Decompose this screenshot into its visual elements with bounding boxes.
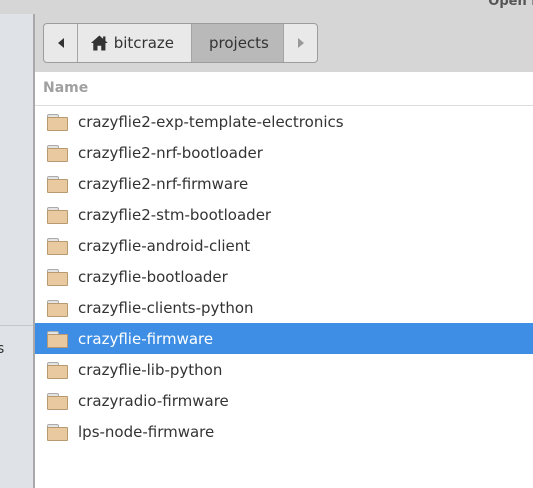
folder-icon [47, 144, 68, 162]
window-title: Open Fol [488, 0, 533, 9]
folder-name: crazyflie-bootloader [78, 267, 228, 286]
crumb-label: projects [209, 34, 269, 52]
folder-icon [47, 299, 68, 317]
folder-name: crazyflie-firmware [78, 329, 214, 348]
folder-name: crazyflie2-nrf-firmware [78, 174, 249, 193]
path-bar: bitcraze projects [43, 23, 318, 63]
crumb-projects[interactable]: projects [192, 24, 284, 62]
folder-name: crazyflie2-nrf-bootloader [78, 143, 263, 162]
right-arrow-icon [297, 38, 304, 48]
folder-row[interactable]: crazyflie-android-client [35, 230, 533, 261]
path-forward-button[interactable] [284, 24, 317, 62]
folder-name: lps-node-firmware [78, 422, 215, 441]
folder-icon [47, 423, 68, 441]
folder-row[interactable]: crazyflie-lib-python [35, 354, 533, 385]
sidebar-item[interactable]: s [0, 341, 4, 357]
folder-icon [47, 175, 68, 193]
folder-name: crazyflie2-exp-template-electronics [78, 112, 344, 131]
folder-icon [47, 113, 68, 131]
folder-icon [47, 392, 68, 410]
file-list: Name crazyflie2-exp-template-electronics… [35, 72, 533, 488]
folder-row[interactable]: crazyflie-bootloader [35, 261, 533, 292]
sidebar-divider [0, 325, 33, 326]
folder-row[interactable]: crazyflie2-stm-bootloader [35, 199, 533, 230]
column-header-name[interactable]: Name [35, 72, 533, 106]
folder-name: crazyradio-firmware [78, 391, 229, 410]
crumb-bitcraze[interactable]: bitcraze [78, 24, 192, 62]
folder-row[interactable]: lps-node-firmware [35, 416, 533, 447]
folder-icon [47, 330, 68, 348]
folder-row[interactable]: crazyflie-clients-python [35, 292, 533, 323]
folder-row[interactable]: crazyflie2-nrf-firmware [35, 168, 533, 199]
folder-row[interactable]: crazyflie-firmware [35, 323, 533, 354]
folder-row[interactable]: crazyflie2-nrf-bootloader [35, 137, 533, 168]
folder-name: crazyflie2-stm-bootloader [78, 205, 272, 224]
folder-name: crazyflie-android-client [78, 236, 251, 255]
folder-name: crazyflie-clients-python [78, 298, 254, 317]
folder-row[interactable]: crazyflie2-exp-template-electronics [35, 106, 533, 137]
folder-icon [47, 237, 68, 255]
crumb-label: bitcraze [113, 34, 174, 52]
path-back-button[interactable] [44, 24, 78, 62]
home-icon [90, 35, 108, 51]
left-arrow-icon [57, 38, 64, 48]
folder-name: crazyflie-lib-python [78, 360, 223, 379]
folder-icon [47, 361, 68, 379]
folder-icon [47, 206, 68, 224]
folder-icon [47, 268, 68, 286]
folder-row[interactable]: crazyradio-firmware [35, 385, 533, 416]
places-sidebar: s [0, 14, 35, 488]
